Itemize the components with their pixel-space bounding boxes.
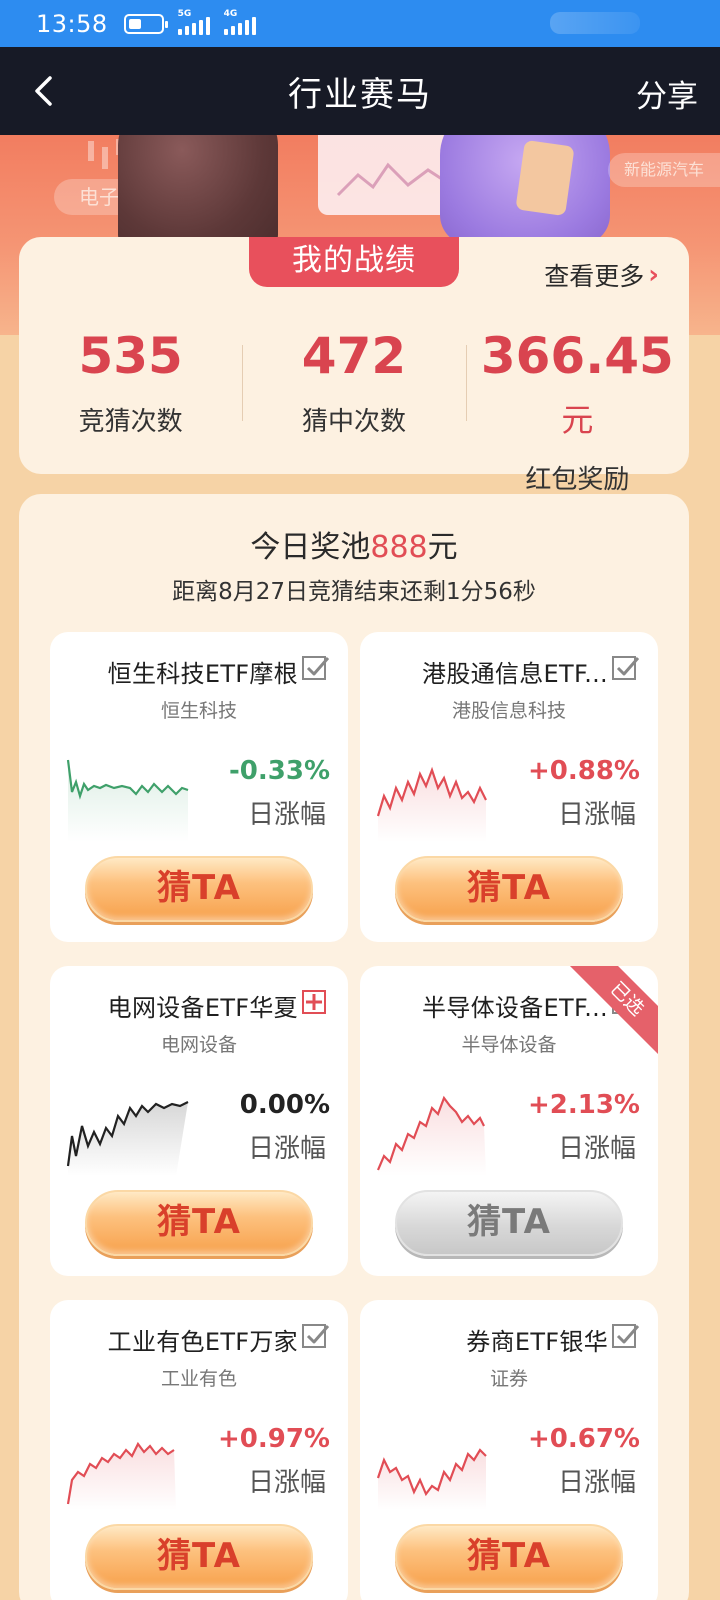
status-notification-area: [550, 12, 640, 34]
chevron-right-icon: ›: [648, 260, 659, 290]
share-button[interactable]: 分享: [636, 71, 698, 116]
etf-daily-change: +0.88%: [528, 756, 640, 786]
check-icon[interactable]: [612, 1324, 640, 1348]
etf-change-label: 日涨幅: [247, 800, 326, 830]
nav-bar: 行业赛马 分享: [0, 47, 720, 135]
etf-sector: 港股信息科技: [451, 700, 566, 722]
prize-pool-amount: 888: [370, 530, 428, 565]
etf-sparkline: [376, 1095, 486, 1176]
check-icon[interactable]: [302, 656, 330, 680]
signal-4g-icon: 4G: [223, 9, 256, 35]
stat-reward: 366.45元 红包奖励: [465, 327, 689, 495]
etf-name: 港股通信息ETF...: [422, 660, 608, 688]
check-icon[interactable]: [302, 1324, 330, 1348]
view-more-label: 查看更多: [544, 262, 645, 291]
etf-sparkline: [66, 1441, 176, 1510]
stat-guess-count: 535 竞猜次数: [78, 327, 183, 437]
etf-sparkline: [66, 1101, 189, 1176]
etf-card[interactable]: 港股通信息ETF... 港股信息科技 +0.88% 日涨幅 猜TA: [360, 632, 658, 942]
etf-name: 电网设备ETF华夏: [107, 994, 298, 1022]
etf-sector: 证券: [489, 1368, 528, 1390]
chevron-left-icon: [35, 76, 52, 106]
etf-card[interactable]: 工业有色ETF万家 工业有色 +0.97% 日涨幅 猜TA: [50, 1300, 348, 1600]
guess-button[interactable]: 猜TA: [85, 1190, 313, 1256]
page-title: 行业赛马: [288, 74, 432, 115]
etf-name: 恒生科技ETF摩根: [107, 660, 298, 688]
plus-icon[interactable]: [302, 990, 326, 1014]
status-time: 13:58: [36, 9, 108, 38]
etf-daily-change: -0.33%: [229, 756, 330, 786]
my-record-title: 我的战绩: [249, 237, 459, 287]
stat-correct-count: 472 猜中次数: [242, 327, 465, 437]
my-record-card: 我的战绩 查看更多 › 535 竞猜次数 472 猜中次数 366.45元 红包…: [19, 237, 689, 495]
etf-change-label: 日涨幅: [557, 800, 636, 830]
etf-sector: 恒生科技: [160, 700, 237, 722]
etf-sparkline: [376, 766, 487, 842]
etf-sparkline: [376, 1448, 487, 1510]
view-more-link[interactable]: 查看更多 ›: [544, 257, 659, 293]
etf-sector: 工业有色: [160, 1368, 237, 1390]
etf-name: 工业有色ETF万家: [107, 1328, 298, 1356]
etf-name: 半导体设备ETF...: [422, 994, 608, 1022]
banner-tag-new-energy: 新能源汽车: [608, 153, 720, 187]
etf-change-label: 日涨幅: [557, 1468, 636, 1498]
prize-pool-title: 今日奖池888元: [250, 530, 458, 565]
etf-card[interactable]: 半导体设备ETF... 半导体设备 +2.13% 日涨幅 猜TA 已选: [360, 966, 658, 1276]
prize-pool-card: 今日奖池888元 距离8月27日竞猜结束还剩1分56秒 恒生科技ETF摩根 恒生…: [19, 494, 689, 1600]
countdown-text: 距离8月27日竞猜结束还剩1分56秒: [172, 579, 536, 605]
signal-5g-icon: 5G: [177, 9, 210, 35]
stats-grid: 535 竞猜次数 472 猜中次数 366.45元 红包奖励: [19, 327, 689, 495]
guess-button[interactable]: 猜TA: [395, 856, 623, 922]
etf-card[interactable]: 电网设备ETF华夏 电网设备 0.00% 日涨幅 猜TA: [50, 966, 348, 1276]
etf-change-label: 日涨幅: [247, 1134, 326, 1164]
battery-icon: [123, 13, 168, 34]
guess-button[interactable]: 猜TA: [395, 1190, 623, 1256]
etf-card[interactable]: 恒生科技ETF摩根 恒生科技 -0.33% 日涨幅 猜TA: [50, 632, 348, 942]
guess-button[interactable]: 猜TA: [85, 1524, 313, 1590]
etf-card[interactable]: 券商ETF银华 证券 +0.67% 日涨幅 猜TA: [360, 1300, 658, 1600]
etf-sector: 半导体设备: [461, 1034, 557, 1056]
back-button[interactable]: [30, 75, 60, 107]
etf-daily-change: +0.97%: [218, 1424, 330, 1454]
etf-change-label: 日涨幅: [557, 1134, 636, 1164]
etf-change-label: 日涨幅: [247, 1468, 326, 1498]
status-bar: 13:58 5G 4G: [0, 0, 720, 47]
etf-sector: 电网设备: [160, 1034, 237, 1056]
guess-button[interactable]: 猜TA: [395, 1524, 623, 1590]
guess-button[interactable]: 猜TA: [85, 856, 313, 922]
etf-daily-change: +0.67%: [528, 1424, 640, 1454]
etf-name: 券商ETF银华: [466, 1328, 608, 1356]
etf-sparkline: [66, 759, 189, 842]
phone-illustration: [515, 139, 575, 217]
check-icon[interactable]: [612, 656, 640, 680]
etf-daily-change: 0.00%: [239, 1090, 330, 1120]
etf-daily-change: +2.13%: [528, 1090, 640, 1120]
